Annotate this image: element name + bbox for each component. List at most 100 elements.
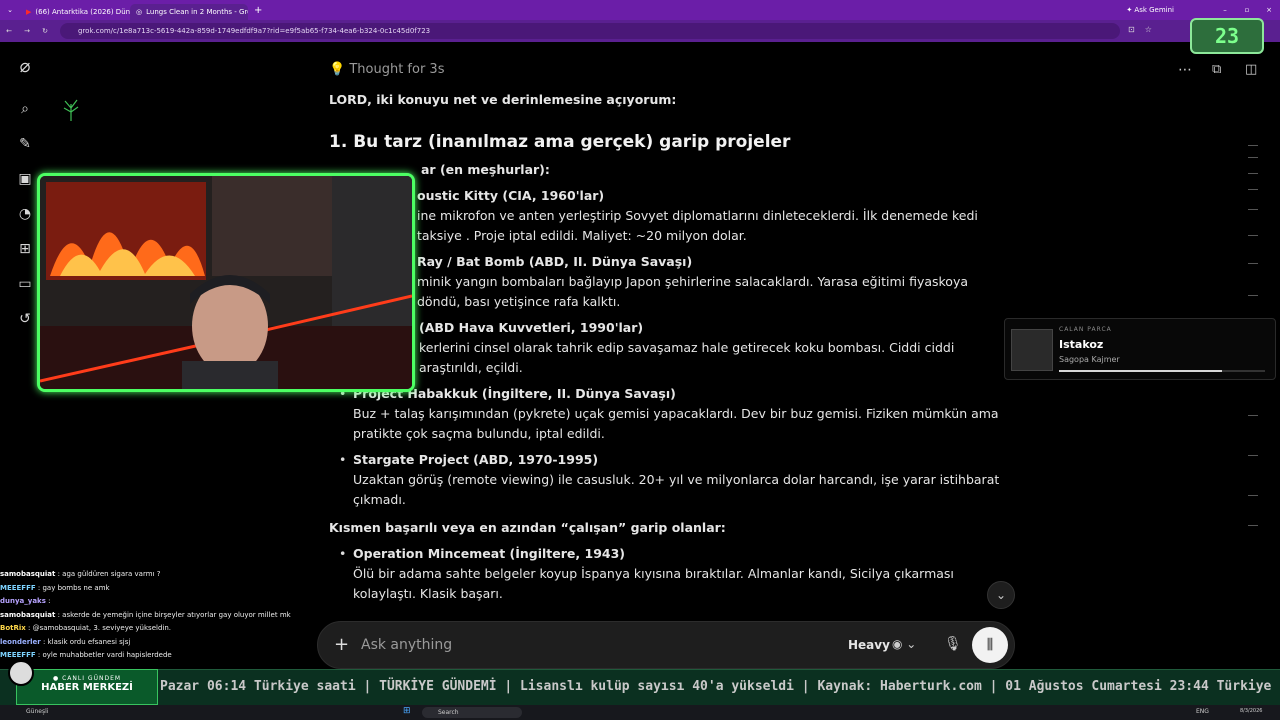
stream-chat: samobasquiat : aga güldüren sigara varmı… [0, 568, 320, 663]
news-badge-top: ● CANLI GÜNDEM [52, 675, 122, 682]
chat-text: : oyle muhabbetler vardi hapislerdede [37, 651, 172, 659]
chat-text: : @samobasquiat, 3. seviyeye yükseldin. [28, 624, 171, 632]
webcam-feed [40, 176, 412, 389]
tab-youtube[interactable]: ▶ (66) Antarktika (2026) Dünyanın × [20, 4, 130, 20]
tab-menu-icon[interactable]: ⌄ [0, 6, 20, 14]
close-window-button[interactable]: × [1258, 6, 1280, 14]
chat-username[interactable]: samobasquiat [0, 570, 55, 578]
chat-username[interactable]: leonderler [0, 638, 41, 646]
attach-icon[interactable]: + [334, 634, 349, 655]
image-icon[interactable]: ▣ [16, 170, 34, 188]
news-badge: ● CANLI GÜNDEM HABER MERKEZİ [16, 669, 158, 705]
link-icon[interactable]: ⧉ [1212, 62, 1221, 77]
chat-text: : gay bombs ne amk [37, 583, 110, 592]
thought-indicator[interactable]: 💡 Thought for 3s [329, 60, 1009, 80]
news-badge-bottom: HABER MERKEZİ [41, 682, 133, 693]
edit-icon[interactable]: ✎ [16, 135, 34, 153]
item-title: Ray / Bat Bomb (ABD, II. Dünya Savaşı) [417, 254, 693, 269]
counter-widget: 23 [1190, 18, 1264, 54]
search-icon[interactable]: ⌕ [16, 100, 34, 118]
response-content: 💡 Thought for 3s LORD, iki konuyu net ve… [329, 60, 1009, 610]
toolbar-icons: ⊡☆ [1128, 25, 1162, 34]
chat-message: MEEEFFF : gay bombs ne amk [0, 582, 320, 596]
extension-icon[interactable]: ⊡ [1128, 25, 1145, 34]
plant-decoration [60, 96, 82, 122]
list-item: (ABD Hava Kuvvetleri, 1990'lar) kerlerini… [339, 318, 1009, 378]
lang-indicator: ENG [1196, 708, 1209, 715]
voice-icon[interactable]: ◔ [16, 205, 34, 223]
folder-icon[interactable]: ▭ [16, 275, 34, 293]
subheading-2: Kısmen başarılı veya en azından “çalışan… [329, 520, 726, 535]
item-title: oustic Kitty (CIA, 1960'lar) [417, 188, 605, 203]
star-icon[interactable]: ☆ [1145, 25, 1162, 34]
forward-icon[interactable]: → [18, 27, 36, 35]
list-item: Operation Mincemeat (İngiltere, 1943) Ölü… [339, 544, 1009, 604]
mode-select[interactable]: Heavy [848, 638, 890, 652]
mode-chevron-icon[interactable]: ◉ ⌄ [892, 637, 916, 651]
ask-gemini-button[interactable]: ✦ Ask Gemini [1126, 6, 1174, 14]
reload-icon[interactable]: ↻ [36, 27, 54, 35]
chat-username[interactable]: MEEEFFF [0, 651, 36, 659]
history-icon[interactable]: ↺ [16, 310, 34, 328]
item-body: kerlerini cinsel olarak tahrik edip sava… [419, 340, 955, 375]
list-item: Ray / Bat Bomb (ABD, II. Dünya Savaşı) mi… [339, 252, 1009, 312]
chat-message: samobasquiat : aga güldüren sigara varmı… [0, 568, 320, 582]
chat-username[interactable]: samobasquiat [0, 611, 55, 619]
start-icon[interactable]: ⊞ [403, 706, 411, 716]
minimize-button[interactable]: – [1214, 6, 1236, 14]
item-title: (ABD Hava Kuvvetleri, 1990'lar) [419, 320, 644, 335]
subheading: ar (en meşhurlar): [421, 162, 550, 177]
tab-grok[interactable]: ◎ Lungs Clean in 2 Months - Grok × [130, 4, 248, 20]
chat-username[interactable]: BotRix [0, 624, 26, 632]
tab-bar: ⌄ ▶ (66) Antarktika (2026) Dünyanın × ◎ … [0, 0, 1280, 20]
taskbar-search[interactable]: Search [422, 707, 522, 718]
url-field[interactable]: grok.com/c/1e8a713c-5619-442a-859d-1749e… [60, 23, 1120, 39]
grok-icon: ◎ [136, 8, 143, 16]
plant-icon [63, 99, 79, 121]
chat-message: dunya_yaks : [0, 595, 320, 609]
chat-username[interactable]: MEEEFFF [0, 584, 36, 592]
chat-username[interactable]: dunya_yaks [0, 597, 46, 605]
ticker-text: Pazar 06:14 Türkiye saati | TÜRKİYE GÜND… [160, 679, 1280, 694]
new-tab-button[interactable]: + [254, 5, 262, 16]
ask-gemini-label: Ask Gemini [1134, 6, 1174, 14]
chat-message: MEEEFFF : oyle muhabbetler vardi hapisle… [0, 649, 320, 663]
item-body: minik yangın bombaları bağlayıp Japon şe… [417, 274, 969, 309]
more-icon[interactable]: ⋯ [1178, 62, 1192, 78]
maximize-button[interactable]: ▫ [1236, 6, 1258, 14]
chat-text: : klasik ordu efsanesi sjsj [42, 637, 131, 646]
tab-label: (66) Antarktika (2026) Dünyanın [35, 8, 130, 16]
projects-icon[interactable]: ⊞ [16, 240, 34, 258]
chat-text: : aga güldüren sigara varmı ? [57, 570, 161, 578]
back-icon[interactable]: ← [0, 27, 18, 35]
item-title: Operation Mincemeat (İngiltere, 1943) [353, 546, 626, 561]
voice-mode-button[interactable]: ⫼ [972, 627, 1008, 663]
track-title: Istakoz [1059, 338, 1104, 351]
chat-input[interactable]: Ask anything [361, 637, 452, 653]
track-progress-fill [1059, 370, 1222, 372]
project-list-2: Operation Mincemeat (İngiltere, 1943) Ölü… [329, 544, 1009, 604]
now-playing-widget: CALAN PARCA Istakoz Sagopa Kajmer [1004, 318, 1276, 380]
youtube-icon: ▶ [26, 8, 32, 16]
taskbar-date: 8/3/2026 [1240, 708, 1263, 714]
track-artist: Sagopa Kajmer [1059, 355, 1120, 364]
chat-text: : askerde de yemeğin içine birşeyler atı… [57, 610, 291, 619]
chat-message: samobasquiat : askerde de yemeğin içine … [0, 609, 320, 623]
thought-label: Thought for 3s [349, 62, 445, 77]
chat-input-bar: + Ask anything Heavy ◉ ⌄ 🎙 ⫼ [317, 621, 1015, 669]
project-list: oustic Kitty (CIA, 1960'lar) ine mikrofon… [329, 186, 1009, 510]
album-art [1011, 329, 1053, 371]
intro-text: LORD, iki konuyu net ve derinlemesine aç… [329, 92, 677, 107]
item-title: Stargate Project (ABD, 1970-1995) [353, 452, 599, 467]
weather-label: Güneşli [26, 708, 49, 715]
avatar [8, 660, 34, 686]
now-playing-label: CALAN PARCA [1059, 326, 1112, 333]
microphone-icon[interactable]: 🎙 [944, 636, 962, 652]
sidebar-toggle-icon[interactable]: ◫ [1245, 62, 1257, 77]
chat-text: : [48, 597, 51, 605]
item-body: Buz + talaş karışımından (pykrete) uçak … [353, 406, 999, 441]
grok-logo-icon[interactable]: ⌀ [16, 58, 34, 76]
section-title: 1. Bu tarz (inanılmaz ama gerçek) garip … [329, 132, 791, 152]
scroll-down-button[interactable]: ⌄ [987, 581, 1015, 609]
webcam-overlay [37, 173, 415, 392]
